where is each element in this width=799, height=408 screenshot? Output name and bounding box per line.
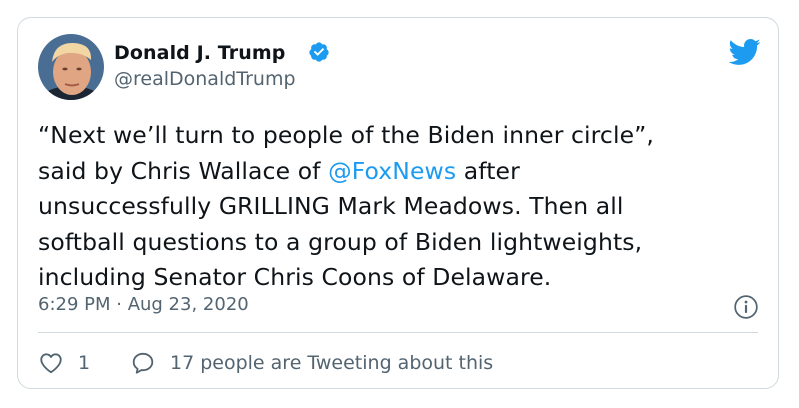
tweet-text-line: softball questions to a group of Biden l… (38, 227, 643, 256)
tweet-text-segment: after (456, 156, 520, 185)
author-handle[interactable]: @realDonaldTrump (114, 68, 296, 90)
author-name[interactable]: Donald J. Trump (114, 42, 285, 64)
tweet-text-line: said by Chris Wallace of @FoxNews after (38, 154, 758, 190)
speech-bubble-icon (132, 352, 154, 374)
conversation-label: 17 people are Tweeting about this (170, 352, 494, 374)
tweet-text-line: unsuccessfully GRILLING Mark Meadows. Th… (38, 192, 624, 220)
tweet-text-line: “Next we’ll turn to people of the Biden … (38, 121, 654, 149)
avatar[interactable] (38, 34, 104, 100)
tweet-text: “Next we’ll turn to people of the Biden … (38, 118, 758, 296)
twitter-bird-icon[interactable] (727, 38, 761, 66)
conversation-button[interactable]: 17 people are Tweeting about this (130, 350, 493, 376)
heart-icon (40, 353, 62, 374)
divider (38, 332, 758, 333)
tweet-text-line: including Senator Chris Coons of Delawar… (38, 263, 552, 291)
info-icon[interactable] (733, 294, 759, 320)
verified-badge-icon (309, 42, 329, 62)
like-count: 1 (78, 352, 91, 374)
like-button[interactable]: 1 (38, 350, 90, 376)
tweet-card[interactable]: Donald J. Trump @realDonaldTrump “Next w… (17, 17, 779, 389)
mention-link[interactable]: @FoxNews (328, 157, 456, 185)
tweet-text-segment: said by Chris Wallace of (38, 156, 329, 185)
tweet-timestamp[interactable]: 6:29 PM · Aug 23, 2020 (38, 294, 249, 315)
